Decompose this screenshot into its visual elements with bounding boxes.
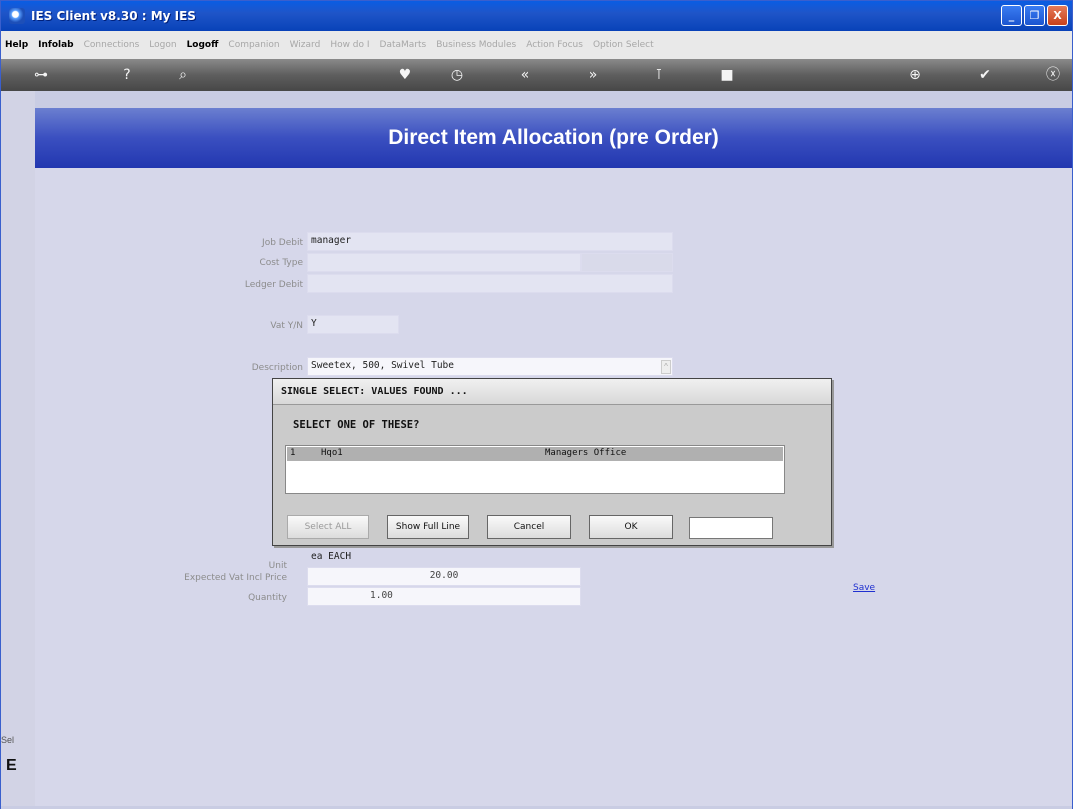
- cost-type-field[interactable]: [307, 253, 581, 272]
- vat-field[interactable]: Y: [307, 315, 399, 334]
- toolbar: ⊶ ? ⌕ ♥ ◷ « » ⊺ ■ ⊕ ✔ ⓧ: [1, 59, 1072, 91]
- help-icon[interactable]: ?: [119, 67, 135, 83]
- menu-logoff[interactable]: Logoff: [187, 40, 219, 50]
- menu-wizard[interactable]: Wizard: [290, 40, 321, 50]
- unit-field[interactable]: ea EACH: [307, 548, 581, 567]
- key-icon[interactable]: ⊶: [33, 67, 49, 83]
- side-label: Sel: [1, 735, 15, 745]
- menu-bar: Help Infolab Connections Logon Logoff Co…: [1, 31, 1072, 59]
- menu-infolab[interactable]: Infolab: [38, 40, 73, 50]
- job-debit-field[interactable]: manager: [307, 232, 673, 251]
- description-field[interactable]: Sweetex, 500, Swivel Tube: [307, 357, 673, 376]
- page-banner: Direct Item Allocation (pre Order): [35, 108, 1072, 168]
- ledger-debit-field[interactable]: [307, 274, 673, 293]
- menu-action-focus[interactable]: Action Focus: [526, 40, 583, 50]
- cancel-button[interactable]: Cancel: [487, 515, 571, 539]
- scroll-up-icon[interactable]: ^: [661, 360, 671, 374]
- description-label: Description: [251, 363, 303, 373]
- back-icon[interactable]: «: [517, 67, 533, 83]
- app-window: IES Client v8.30 : My IES _ ❐ X Help Inf…: [0, 0, 1073, 809]
- tree-icon[interactable]: ⊺: [651, 67, 667, 83]
- clock-icon[interactable]: ◷: [449, 67, 465, 83]
- job-debit-label: Job Debit: [262, 238, 303, 248]
- quantity-label: Quantity: [248, 593, 287, 603]
- forward-icon[interactable]: »: [585, 67, 601, 83]
- search-icon[interactable]: ⌕: [175, 67, 191, 83]
- menu-datamarts[interactable]: DataMarts: [380, 40, 427, 50]
- price-label: Expected Vat Incl Price: [184, 573, 287, 583]
- check-icon[interactable]: ✔: [977, 67, 993, 83]
- side-panel: Sel E: [1, 91, 35, 806]
- unit-label: Unit: [268, 561, 287, 571]
- plus-icon[interactable]: ⊕: [907, 67, 923, 83]
- price-field[interactable]: 20.00: [307, 567, 581, 586]
- menu-connections[interactable]: Connections: [84, 40, 140, 50]
- menu-how-do-i[interactable]: How do I: [330, 40, 369, 50]
- title-bar: IES Client v8.30 : My IES _ ❐ X: [1, 1, 1072, 31]
- dialog-prompt: SELECT ONE OF THESE?: [293, 419, 420, 431]
- page-title: Direct Item Allocation (pre Order): [388, 126, 719, 149]
- minimize-button[interactable]: _: [1001, 5, 1022, 26]
- menu-option-select[interactable]: Option Select: [593, 40, 654, 50]
- results-list[interactable]: 1 Hqo1 Managers Office: [285, 445, 785, 494]
- quantity-field[interactable]: 1.00: [307, 587, 581, 606]
- cost-type-label: Cost Type: [259, 258, 303, 268]
- ledger-debit-label: Ledger Debit: [244, 280, 303, 290]
- select-all-button[interactable]: Select ALL: [287, 515, 369, 539]
- single-select-dialog: SINGLE SELECT: VALUES FOUND ... SELECT O…: [272, 378, 832, 546]
- show-full-line-button[interactable]: Show Full Line: [387, 515, 469, 539]
- square-icon[interactable]: ■: [719, 67, 735, 83]
- heart-icon[interactable]: ♥: [397, 67, 413, 83]
- maximize-button[interactable]: ❐: [1024, 5, 1045, 26]
- close-window-button[interactable]: X: [1047, 5, 1068, 26]
- vat-label: Vat Y/N: [270, 321, 303, 331]
- row-code: Hqo1: [321, 448, 343, 458]
- dialog-title: SINGLE SELECT: VALUES FOUND ...: [273, 379, 831, 405]
- cost-type-desc: [581, 253, 673, 272]
- side-letter: E: [6, 757, 17, 774]
- close-icon[interactable]: ⓧ: [1045, 67, 1061, 83]
- menu-business-modules[interactable]: Business Modules: [436, 40, 516, 50]
- app-icon: [9, 8, 25, 24]
- menu-help[interactable]: Help: [5, 40, 28, 50]
- list-item[interactable]: 1 Hqo1 Managers Office: [287, 447, 783, 461]
- ok-button[interactable]: OK: [589, 515, 673, 539]
- menu-companion[interactable]: Companion: [228, 40, 279, 50]
- row-number: 1: [290, 448, 296, 458]
- menu-logon[interactable]: Logon: [149, 40, 176, 50]
- filter-input[interactable]: [689, 517, 773, 539]
- window-title: IES Client v8.30 : My IES: [31, 9, 196, 23]
- row-description: Managers Office: [545, 448, 627, 458]
- save-link[interactable]: Save: [853, 583, 875, 593]
